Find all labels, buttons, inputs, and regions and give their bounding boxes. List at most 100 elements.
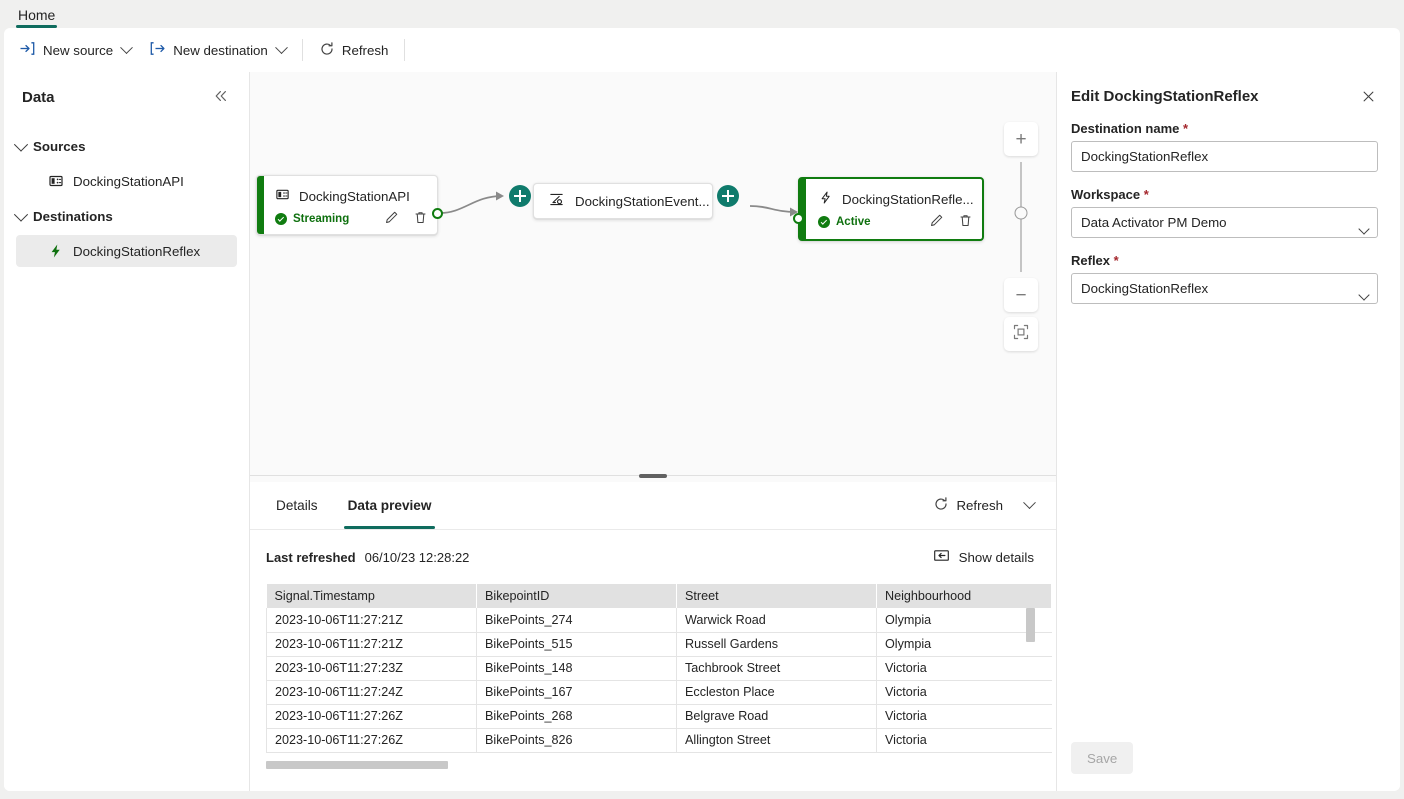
node-title-row: DockingStationRefle... bbox=[800, 179, 982, 208]
node-status-accent-bar bbox=[257, 176, 264, 234]
new-source-label: New source bbox=[43, 42, 114, 58]
table-header-row: Signal.Timestamp BikepointID Street Neig… bbox=[266, 584, 1052, 608]
status-label: Active bbox=[836, 216, 871, 228]
cell-street: Eccleston Place bbox=[676, 680, 877, 705]
status-badge: Active bbox=[818, 216, 871, 228]
reflex-select[interactable]: DockingStationReflex bbox=[1071, 273, 1378, 304]
sidebar-item-label: DockingStationAPI bbox=[73, 173, 184, 189]
tab-data-preview-label: Data preview bbox=[347, 498, 432, 513]
column-header-street[interactable]: Street bbox=[676, 584, 877, 608]
node-output-port[interactable] bbox=[432, 208, 443, 219]
fit-to-screen-button[interactable] bbox=[1004, 317, 1038, 351]
canvas-node-dockingstationapi[interactable]: DockingStationAPI Streaming bbox=[256, 175, 443, 235]
panel-splitter[interactable] bbox=[250, 475, 1056, 482]
add-node-button[interactable] bbox=[509, 185, 531, 207]
cell-street: Tachbrook Street bbox=[676, 656, 877, 681]
required-asterisk: * bbox=[1113, 253, 1119, 268]
node-title: DockingStationAPI bbox=[299, 188, 410, 204]
last-refreshed-label: Last refreshed bbox=[266, 549, 356, 565]
new-destination-icon bbox=[149, 40, 166, 60]
table-row[interactable]: 2023-10-06T11:27:26Z BikePoints_268 Belg… bbox=[266, 704, 1052, 729]
show-details-icon bbox=[933, 547, 950, 567]
sidebar-item-dockingstationreflex[interactable]: DockingStationReflex bbox=[16, 235, 237, 267]
preview-refresh-button[interactable]: Refresh bbox=[927, 492, 1009, 519]
field-workspace: Workspace * Data Activator PM Demo bbox=[1071, 187, 1378, 238]
node-status-accent-bar bbox=[799, 178, 806, 240]
zoom-in-button[interactable]: + bbox=[1004, 122, 1038, 156]
tab-home-label: Home bbox=[18, 7, 56, 23]
zoom-out-button[interactable]: − bbox=[1004, 278, 1038, 312]
refresh-button[interactable]: Refresh bbox=[310, 35, 398, 65]
table-row[interactable]: 2023-10-06T11:27:26Z BikePoints_826 Alli… bbox=[266, 728, 1052, 753]
required-asterisk: * bbox=[1143, 187, 1149, 202]
plus-icon: + bbox=[1015, 128, 1027, 150]
destination-name-input[interactable] bbox=[1071, 141, 1378, 172]
chevron-down-icon[interactable] bbox=[274, 40, 288, 54]
show-details-button[interactable]: Show details bbox=[933, 547, 1034, 567]
sidebar-title: Data bbox=[22, 89, 55, 106]
canvas-column: DockingStationAPI Streaming DockingStati… bbox=[250, 72, 1056, 791]
chevron-down-icon[interactable] bbox=[120, 40, 134, 54]
workspace-select[interactable]: Data Activator PM Demo bbox=[1071, 207, 1378, 238]
table-vertical-scrollbar-thumb[interactable] bbox=[1026, 608, 1035, 642]
cell-bikepointid: BikePoints_515 bbox=[476, 632, 677, 657]
sidebar-group-sources[interactable]: Sources bbox=[4, 131, 249, 161]
collapse-chevrons-icon[interactable] bbox=[209, 86, 233, 109]
refresh-icon bbox=[319, 41, 335, 60]
tab-home[interactable]: Home bbox=[10, 7, 63, 28]
cell-signal-timestamp: 2023-10-06T11:27:26Z bbox=[266, 728, 477, 753]
sidebar-item-dockingstationapi[interactable]: DockingStationAPI bbox=[16, 165, 237, 197]
table-row[interactable]: 2023-10-06T11:27:21Z BikePoints_515 Russ… bbox=[266, 632, 1052, 657]
node-input-port[interactable] bbox=[793, 213, 804, 224]
table-horizontal-scrollbar-thumb[interactable] bbox=[266, 761, 448, 769]
pane-header: Edit DockingStationReflex bbox=[1071, 88, 1378, 107]
new-source-icon bbox=[19, 40, 36, 60]
fit-to-screen-icon bbox=[1012, 323, 1030, 345]
eventstream-icon bbox=[548, 191, 565, 211]
show-details-label: Show details bbox=[958, 549, 1034, 565]
canvas-node-dockingstationreflex[interactable]: DockingStationRefle... Active bbox=[793, 177, 984, 241]
chevron-down-icon[interactable] bbox=[1023, 496, 1036, 510]
eventstream-canvas[interactable]: DockingStationAPI Streaming DockingStati… bbox=[250, 72, 1056, 475]
new-source-button[interactable]: New source bbox=[10, 35, 140, 65]
close-icon[interactable] bbox=[1359, 88, 1378, 107]
chevron-down-icon bbox=[13, 207, 29, 222]
cell-bikepointid: BikePoints_268 bbox=[476, 704, 677, 729]
delete-icon[interactable] bbox=[958, 213, 973, 231]
tab-data-preview[interactable]: Data preview bbox=[338, 482, 442, 529]
canvas-zoom-controls: + − bbox=[1004, 122, 1038, 351]
zoom-slider-thumb[interactable] bbox=[1014, 206, 1028, 220]
sidebar-group-destinations[interactable]: Destinations bbox=[4, 201, 249, 231]
table-vertical-scrollbar[interactable] bbox=[1026, 608, 1035, 733]
reflex-bolt-icon bbox=[818, 190, 833, 208]
node-actions bbox=[384, 210, 428, 228]
destination-name-label-text: Destination name bbox=[1071, 121, 1180, 136]
new-destination-button[interactable]: New destination bbox=[140, 35, 295, 65]
edit-icon[interactable] bbox=[929, 213, 944, 231]
add-node-button[interactable] bbox=[717, 185, 739, 207]
save-button[interactable]: Save bbox=[1071, 742, 1134, 774]
table-row[interactable]: 2023-10-06T11:27:23Z BikePoints_148 Tach… bbox=[266, 656, 1052, 681]
cell-signal-timestamp: 2023-10-06T11:27:21Z bbox=[266, 608, 477, 633]
table-horizontal-scrollbar[interactable] bbox=[266, 761, 1051, 769]
table-row[interactable]: 2023-10-06T11:27:21Z BikePoints_274 Warw… bbox=[266, 608, 1052, 633]
canvas-node-dockingstationevent[interactable]: DockingStationEvent... bbox=[533, 183, 713, 219]
new-destination-label: New destination bbox=[173, 42, 268, 58]
bottom-panel-actions: Refresh bbox=[927, 492, 1040, 519]
sidebar-group-sources-label: Sources bbox=[33, 138, 86, 154]
node-footer-row: Streaming bbox=[257, 205, 437, 228]
zoom-slider[interactable] bbox=[1014, 162, 1028, 272]
eventstream-source-icon bbox=[48, 173, 64, 189]
column-header-neighbourhood[interactable]: Neighbourhood bbox=[876, 584, 1052, 608]
tab-details-label: Details bbox=[276, 498, 318, 513]
reflex-label: Reflex * bbox=[1071, 253, 1378, 268]
table-row[interactable]: 2023-10-06T11:27:24Z BikePoints_167 Eccl… bbox=[266, 680, 1052, 705]
tab-details[interactable]: Details bbox=[266, 482, 328, 529]
cell-bikepointid: BikePoints_148 bbox=[476, 656, 677, 681]
delete-icon[interactable] bbox=[413, 210, 428, 228]
edit-icon[interactable] bbox=[384, 210, 399, 228]
data-preview-table: Signal.Timestamp BikepointID Street Neig… bbox=[266, 584, 1052, 753]
required-asterisk: * bbox=[1182, 121, 1189, 136]
column-header-bikepointid[interactable]: BikepointID bbox=[476, 584, 677, 608]
column-header-signal-timestamp[interactable]: Signal.Timestamp bbox=[266, 584, 477, 608]
